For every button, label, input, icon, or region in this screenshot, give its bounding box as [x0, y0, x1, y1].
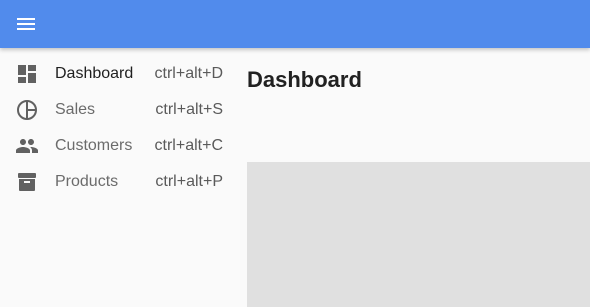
sidebar-item-products[interactable]: Products ctrl+alt+P: [0, 164, 235, 200]
sidebar-item-label: Products: [55, 173, 119, 190]
pie-chart-icon: [17, 100, 37, 120]
sidebar: Dashboard ctrl+alt+D Sales ctrl+alt+S Cu…: [0, 48, 235, 307]
sidebar-item-shortcut: ctrl+alt+P: [155, 173, 223, 190]
sidebar-item-shortcut: ctrl+alt+S: [155, 101, 223, 118]
sidebar-item-customers[interactable]: Customers ctrl+alt+C: [0, 128, 235, 164]
page-title: Dashboard: [247, 67, 362, 92]
content-panel: [247, 162, 590, 307]
app-bar: [0, 0, 590, 48]
sidebar-item-label: Customers: [55, 137, 133, 154]
sidebar-item-dashboard[interactable]: Dashboard ctrl+alt+D: [0, 56, 235, 92]
sidebar-item-label: Dashboard: [55, 65, 134, 82]
dashboard-icon: [18, 65, 36, 83]
archive-icon: [18, 173, 36, 191]
menu-button[interactable]: [14, 12, 38, 36]
sidebar-item-shortcut: ctrl+alt+C: [154, 137, 223, 154]
sidebar-item-sales[interactable]: Sales ctrl+alt+S: [0, 92, 235, 128]
sidebar-item-shortcut: ctrl+alt+D: [154, 65, 223, 82]
menu-icon[interactable]: [14, 12, 38, 36]
people-icon: [16, 139, 38, 153]
sidebar-item-label: Sales: [55, 101, 96, 118]
